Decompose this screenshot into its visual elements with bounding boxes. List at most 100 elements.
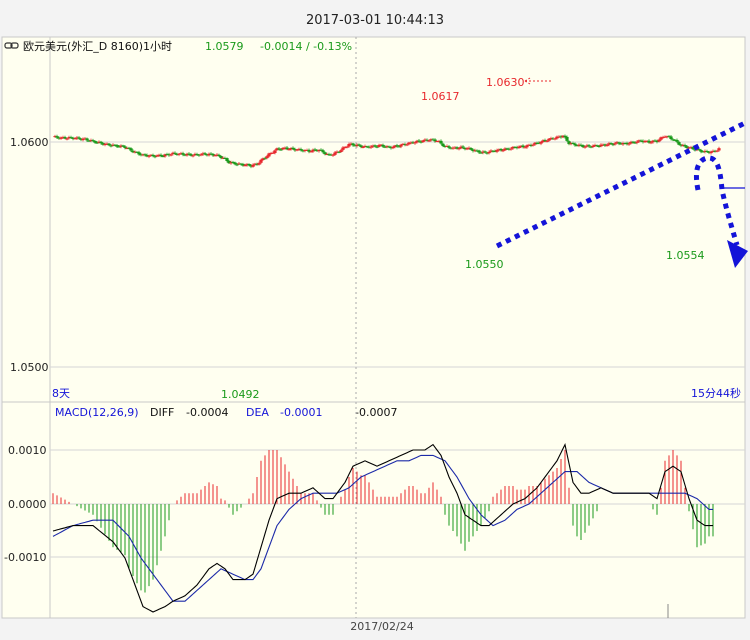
candle-body bbox=[203, 153, 207, 155]
y-tick-1.0500: 1.0500 bbox=[10, 361, 49, 374]
candle-body bbox=[521, 145, 525, 148]
candle-body bbox=[65, 138, 69, 140]
diff-label: DIFF bbox=[150, 406, 174, 419]
candle-body bbox=[483, 151, 487, 153]
candle-body bbox=[321, 150, 325, 153]
macd-title: MACD(12,26,9) bbox=[55, 406, 139, 419]
candle-body bbox=[359, 145, 363, 148]
macd-value: -0.0007 bbox=[355, 406, 397, 419]
last-price: 1.0579 bbox=[205, 40, 244, 53]
candle-body bbox=[657, 139, 661, 142]
candle-body bbox=[461, 146, 465, 148]
candle-body bbox=[159, 154, 163, 157]
candle-body bbox=[357, 144, 361, 146]
candle-body bbox=[257, 163, 261, 165]
candle-body bbox=[191, 155, 195, 157]
label-high-1.0630: 1.0630 bbox=[486, 76, 525, 89]
candle-body bbox=[373, 145, 377, 147]
chart-canvas: 2017-03-01 10:44:13 欧元美元(外汇_D 8160)1小时 1… bbox=[0, 0, 750, 636]
candle-body bbox=[339, 150, 343, 153]
macd-y-tick--0.0010: -0.0010 bbox=[4, 551, 46, 564]
price-panel[interactable] bbox=[1, 36, 746, 403]
candle-body bbox=[277, 148, 281, 150]
candle-body bbox=[675, 139, 679, 142]
candle-body bbox=[129, 148, 133, 151]
candle-body bbox=[605, 144, 609, 146]
candle-body bbox=[345, 146, 349, 148]
candle-body bbox=[361, 146, 365, 148]
candle-body bbox=[439, 140, 443, 144]
candle-body bbox=[523, 147, 527, 149]
candle-body bbox=[273, 150, 277, 153]
candle-body bbox=[573, 143, 577, 146]
candle-body bbox=[399, 144, 403, 147]
candle-body bbox=[517, 146, 521, 149]
candle-body bbox=[717, 148, 721, 151]
candle-body bbox=[609, 143, 613, 145]
candle-body bbox=[427, 140, 431, 142]
candle-body bbox=[235, 164, 239, 166]
candle-body bbox=[137, 152, 141, 155]
candle-body bbox=[279, 149, 283, 151]
candle-body bbox=[99, 141, 103, 144]
candle-body bbox=[219, 156, 223, 159]
candle-body bbox=[395, 145, 399, 147]
candle-body bbox=[63, 137, 67, 139]
candle-body bbox=[351, 143, 355, 146]
candle-body bbox=[151, 154, 155, 157]
dea-label: DEA bbox=[246, 406, 269, 419]
candle-body bbox=[85, 138, 89, 141]
countdown-label: 15分44秒 bbox=[691, 386, 741, 400]
candle-body bbox=[669, 136, 673, 140]
candle-body bbox=[469, 148, 473, 150]
candle-body bbox=[627, 143, 631, 145]
candle-body bbox=[709, 151, 713, 154]
candle-body bbox=[115, 145, 119, 147]
candle-body bbox=[501, 150, 505, 152]
candle-body bbox=[553, 138, 557, 140]
candle-body bbox=[699, 149, 703, 152]
label-low-1.0554: 1.0554 bbox=[666, 249, 705, 262]
candle-body bbox=[635, 141, 639, 143]
chart-window: 2017-03-01 10:44:13 欧元美元(外汇_D 8160)1小时 1… bbox=[0, 0, 750, 636]
candle-body bbox=[649, 142, 653, 144]
candle-body bbox=[247, 163, 251, 166]
candle-body bbox=[233, 162, 237, 165]
candle-body bbox=[381, 144, 385, 147]
candle-body bbox=[93, 140, 97, 143]
candle-body bbox=[539, 141, 543, 144]
price-change: -0.0014 / -0.13% bbox=[260, 40, 352, 53]
candle-body bbox=[545, 140, 549, 142]
candle-body bbox=[147, 155, 151, 157]
y-tick-1.0600: 1.0600 bbox=[10, 136, 49, 149]
dea-value: -0.0001 bbox=[280, 406, 322, 419]
candle-body bbox=[565, 136, 569, 141]
candle-body bbox=[123, 146, 127, 148]
candle-body bbox=[495, 150, 499, 152]
label-high-1.0617: 1.0617 bbox=[421, 90, 460, 103]
candle-body bbox=[265, 156, 269, 159]
candle-body bbox=[263, 158, 267, 160]
candle-body bbox=[499, 149, 503, 151]
candle-body bbox=[121, 145, 125, 147]
diff-value: -0.0004 bbox=[186, 406, 228, 419]
x-axis-date-label: 2017/02/24 bbox=[350, 620, 413, 633]
candle-body bbox=[333, 152, 337, 155]
candle-body bbox=[259, 159, 263, 163]
candle-body bbox=[217, 154, 221, 157]
candle-body bbox=[173, 152, 177, 154]
candle-body bbox=[509, 148, 513, 150]
candle-body bbox=[285, 147, 289, 150]
candle-body bbox=[55, 136, 59, 138]
candle-body bbox=[477, 150, 481, 153]
candle-body bbox=[211, 153, 215, 156]
candle-body bbox=[587, 145, 591, 147]
candle-body bbox=[441, 143, 445, 147]
candle-body bbox=[225, 158, 229, 161]
label-low-1.0492: 1.0492 bbox=[221, 388, 260, 401]
symbol-title: 欧元美元(外汇_D 8160)1小时 bbox=[23, 40, 172, 53]
candle-body bbox=[181, 153, 185, 155]
candle-body bbox=[323, 152, 327, 155]
candle-body bbox=[405, 144, 409, 146]
candle-body bbox=[291, 147, 295, 149]
